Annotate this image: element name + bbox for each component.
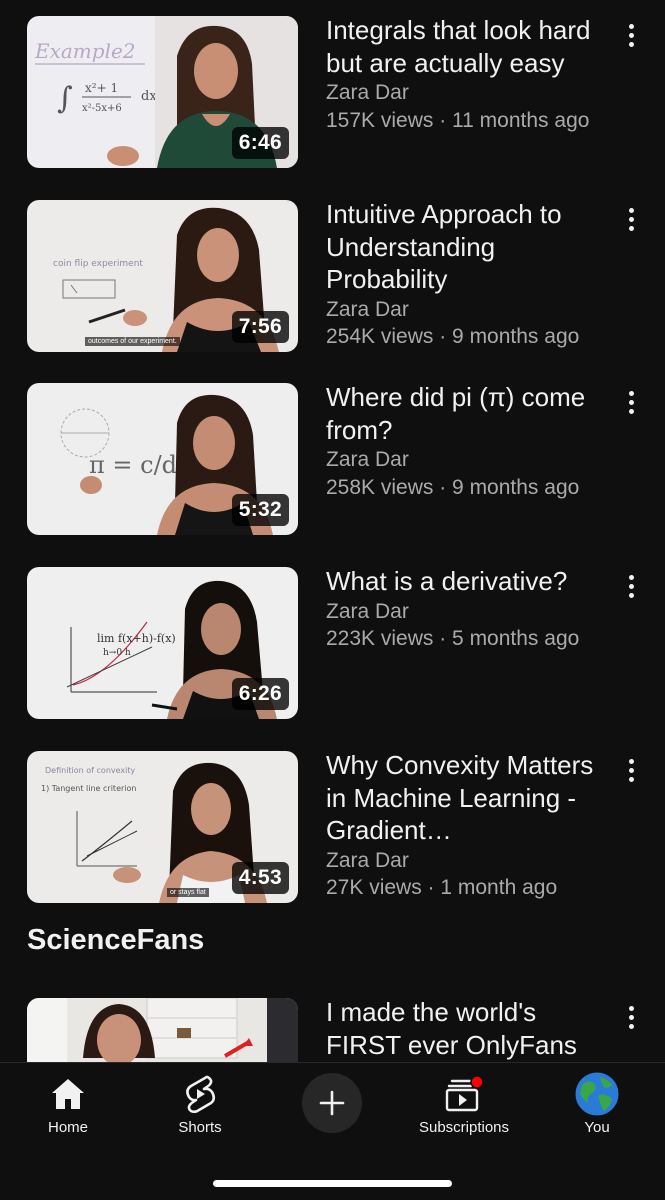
video-meta[interactable]: Why Convexity Matters in Machine Learnin… (326, 749, 606, 902)
video-channel[interactable]: Zara Dar (326, 598, 606, 626)
video-meta[interactable]: I made the world's FIRST ever OnlyFans (326, 996, 606, 1061)
video-channel[interactable]: Zara Dar (326, 446, 606, 474)
video-title[interactable]: Why Convexity Matters in Machine Learnin… (326, 749, 606, 847)
video-caption: or stays flat (167, 888, 209, 897)
video-stats: 157K views · 11 months ago (326, 108, 590, 132)
video-item[interactable]: I made the world's FIRST ever OnlyFans (27, 996, 647, 1062)
video-title[interactable]: Intuitive Approach to Understanding Prob… (326, 198, 606, 296)
video-stats: 27K views · 1 month ago (326, 876, 558, 899)
nav-shorts-label: Shorts (178, 1119, 222, 1136)
svg-text:h→0 h: h→0 h (103, 648, 131, 658)
video-duration: 7:56 (231, 311, 289, 343)
avatar-globe-icon (537, 1071, 657, 1117)
home-indicator[interactable] (213, 1180, 452, 1187)
svg-text:coin flip experiment: coin flip experiment (53, 259, 143, 269)
video-duration: 5:32 (231, 494, 289, 526)
svg-text:1) Tangent line criterion: 1) Tangent line criterion (41, 784, 136, 793)
nav-you-label: You (584, 1119, 610, 1136)
video-caption: outcomes of our experiment. (85, 337, 180, 346)
nav-subscriptions-label: Subscriptions (418, 1119, 510, 1136)
video-stats: 258K views · 9 months ago (326, 475, 580, 499)
svg-text:∫: ∫ (57, 81, 73, 116)
svg-text:π = c/d: π = c/d (89, 451, 177, 479)
nav-subscriptions[interactable]: Subscriptions (404, 1071, 524, 1136)
video-stats: 254K views · 9 months ago (326, 325, 580, 348)
video-item[interactable]: Example2 ∫ x²+ 1 x²-5x+6 dx 6:46 Integra… (27, 14, 647, 168)
thumbnail-image (27, 998, 298, 1062)
home-icon (8, 1071, 128, 1117)
more-vert-icon[interactable] (619, 387, 643, 417)
video-meta[interactable]: Intuitive Approach to Understanding Prob… (326, 198, 606, 351)
video-item[interactable]: coin flip experiment outcomes of our exp… (27, 198, 647, 352)
video-meta[interactable]: Where did pi (π) come from? Zara Dar 258… (326, 381, 606, 501)
video-title[interactable]: Integrals that look hard but are actuall… (326, 14, 606, 79)
nav-home[interactable]: Home (8, 1071, 128, 1136)
svg-text:x²+ 1: x²+ 1 (85, 81, 118, 95)
video-thumbnail[interactable]: π = c/d 5:32 (27, 383, 298, 535)
video-stats: 223K views · 5 months ago (326, 627, 580, 650)
video-duration: 6:26 (231, 678, 289, 710)
notification-dot (470, 1075, 484, 1089)
video-duration: 6:46 (231, 127, 289, 159)
video-thumbnail[interactable]: coin flip experiment outcomes of our exp… (27, 200, 298, 352)
video-item[interactable]: lim f(x+h)-f(x) h→0 h 6:26 What is a der… (27, 565, 647, 719)
more-vert-icon[interactable] (619, 20, 643, 50)
video-channel[interactable]: Zara Dar (326, 296, 606, 324)
video-meta[interactable]: Integrals that look hard but are actuall… (326, 14, 606, 134)
video-thumbnail[interactable]: Example2 ∫ x²+ 1 x²-5x+6 dx 6:46 (27, 16, 298, 168)
more-vert-icon[interactable] (619, 571, 643, 601)
bottom-navigation: Home Shorts Subscriptions You (0, 1062, 665, 1200)
video-duration: 4:53 (231, 862, 289, 894)
svg-text:Definition of convexity: Definition of convexity (45, 766, 136, 775)
more-vert-icon[interactable] (619, 1002, 643, 1032)
video-title[interactable]: I made the world's FIRST ever OnlyFans (326, 996, 606, 1061)
svg-text:lim f(x+h)-f(x): lim f(x+h)-f(x) (97, 632, 176, 645)
more-vert-icon[interactable] (619, 755, 643, 785)
video-item[interactable]: π = c/d 5:32 Where did pi (π) come from?… (27, 381, 647, 535)
svg-text:x²-5x+6: x²-5x+6 (82, 103, 122, 114)
video-meta[interactable]: What is a derivative? Zara Dar 223K view… (326, 565, 606, 653)
section-title[interactable]: ScienceFans (27, 924, 204, 957)
svg-text:Example2: Example2 (34, 39, 136, 63)
video-title[interactable]: Where did pi (π) come from? (326, 381, 606, 446)
subscriptions-icon (404, 1071, 524, 1117)
video-thumbnail[interactable] (27, 998, 298, 1062)
more-vert-icon[interactable] (619, 204, 643, 234)
svg-text:dx: dx (141, 89, 157, 104)
video-thumbnail[interactable]: lim f(x+h)-f(x) h→0 h 6:26 (27, 567, 298, 719)
video-item[interactable]: Definition of convexity 1) Tangent line … (27, 749, 647, 903)
nav-shorts[interactable]: Shorts (140, 1071, 260, 1136)
video-channel[interactable]: Zara Dar (326, 79, 606, 107)
create-icon (319, 1090, 345, 1116)
video-feed[interactable]: Example2 ∫ x²+ 1 x²-5x+6 dx 6:46 Integra… (0, 0, 665, 1062)
video-thumbnail[interactable]: Definition of convexity 1) Tangent line … (27, 751, 298, 903)
nav-home-label: Home (47, 1119, 88, 1136)
nav-you[interactable]: You (537, 1071, 657, 1136)
video-title[interactable]: What is a derivative? (326, 565, 606, 598)
create-button[interactable] (302, 1073, 362, 1133)
video-channel[interactable]: Zara Dar (326, 847, 606, 875)
shorts-icon (140, 1071, 260, 1117)
